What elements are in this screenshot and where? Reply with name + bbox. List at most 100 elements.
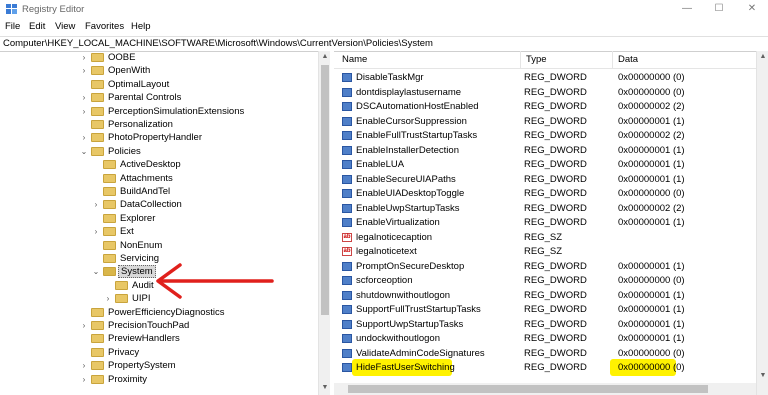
- value-row[interactable]: EnableUIADesktopToggle REG_DWORD 0x0000000…: [334, 186, 768, 201]
- value-row[interactable]: EnableFullTrustStartupTasks REG_DWORD 0x00…: [334, 128, 768, 143]
- value-name[interactable]: legalnoticecaption: [356, 232, 432, 243]
- tree-item-label[interactable]: OpenWith: [106, 64, 152, 77]
- value-name[interactable]: EnableVirtualization: [356, 217, 440, 228]
- column-header-data[interactable]: Data: [618, 54, 638, 65]
- expand-chevron-icon[interactable]: ›: [80, 373, 88, 386]
- tree-item-label[interactable]: Parental Controls: [106, 91, 183, 104]
- tree-item[interactable]: PowerEfficiencyDiagnostics: [0, 306, 318, 319]
- value-row[interactable]: scforceoption REG_DWORD 0x00000000 (0): [334, 273, 768, 288]
- value-row[interactable]: EnableCursorSuppression REG_DWORD 0x000000…: [334, 114, 768, 129]
- scroll-down-icon[interactable]: ▼: [759, 372, 767, 380]
- tree-item[interactable]: › OpenWith: [0, 64, 318, 77]
- value-row[interactable]: EnableSecureUIAPaths REG_DWORD 0x00000001 …: [334, 172, 768, 187]
- tree-item[interactable]: › Ext: [0, 225, 318, 238]
- column-divider[interactable]: [520, 51, 521, 68]
- value-row[interactable]: DisableTaskMgr REG_DWORD 0x00000000 (0): [334, 70, 768, 85]
- tree-item-label[interactable]: Personalization: [106, 118, 175, 131]
- tree-item-label[interactable]: Explorer: [118, 212, 157, 225]
- value-name[interactable]: undockwithoutlogon: [356, 333, 440, 344]
- tree-item[interactable]: › PerceptionSimulationExtensions: [0, 105, 318, 118]
- tree-item-label[interactable]: PropertySystem: [106, 359, 178, 372]
- value-row[interactable]: dontdisplaylastusername REG_DWORD 0x000000…: [334, 85, 768, 100]
- tree-item-label[interactable]: ActiveDesktop: [118, 158, 183, 171]
- tree-item[interactable]: OptimalLayout: [0, 78, 318, 91]
- minimize-button[interactable]: —: [672, 2, 702, 16]
- value-name[interactable]: EnableInstallerDetection: [356, 145, 459, 156]
- tree-item[interactable]: › Proximity: [0, 373, 318, 386]
- value-name[interactable]: PromptOnSecureDesktop: [356, 261, 464, 272]
- value-row[interactable]: HideFastUserSwitching REG_DWORD 0x00000000…: [334, 359, 768, 376]
- value-row[interactable]: shutdownwithoutlogon REG_DWORD 0x00000001 …: [334, 288, 768, 303]
- menu-view[interactable]: View: [55, 21, 75, 32]
- tree-item-label[interactable]: OOBE: [106, 51, 137, 64]
- close-button[interactable]: ✕: [737, 2, 767, 16]
- expand-chevron-icon[interactable]: ›: [92, 198, 100, 211]
- tree-item-label[interactable]: OptimalLayout: [106, 78, 171, 91]
- expand-chevron-icon[interactable]: ›: [80, 51, 88, 64]
- expand-chevron-icon[interactable]: ›: [80, 105, 88, 118]
- tree-item-label[interactable]: PhotoPropertyHandler: [106, 131, 204, 144]
- value-name[interactable]: EnableUIADesktopToggle: [356, 188, 464, 199]
- collapse-chevron-icon[interactable]: ⌄: [92, 265, 100, 278]
- expand-chevron-icon[interactable]: ›: [80, 359, 88, 372]
- tree-item[interactable]: Explorer: [0, 212, 318, 225]
- menu-edit[interactable]: Edit: [29, 21, 45, 32]
- tree-item[interactable]: › PrecisionTouchPad: [0, 319, 318, 332]
- tree-item[interactable]: Personalization: [0, 118, 318, 131]
- tree-item[interactable]: Privacy: [0, 346, 318, 359]
- value-row[interactable]: undockwithoutlogon REG_DWORD 0x00000001 (1…: [334, 331, 768, 346]
- tree-item[interactable]: › PhotoPropertyHandler: [0, 131, 318, 144]
- expand-chevron-icon[interactable]: ›: [80, 91, 88, 104]
- tree-item-label[interactable]: Attachments: [118, 172, 175, 185]
- value-name[interactable]: DisableTaskMgr: [356, 72, 424, 83]
- value-row[interactable]: EnableLUA REG_DWORD 0x00000001 (1): [334, 157, 768, 172]
- tree-item[interactable]: › DataCollection: [0, 198, 318, 211]
- tree-item-label[interactable]: Ext: [118, 225, 136, 238]
- address-bar[interactable]: Computer\HKEY_LOCAL_MACHINE\SOFTWARE\Mic…: [0, 36, 768, 52]
- tree-item-label[interactable]: PreviewHandlers: [106, 332, 182, 345]
- expand-chevron-icon[interactable]: ›: [104, 292, 112, 305]
- value-name[interactable]: legalnoticetext: [356, 246, 417, 257]
- value-name[interactable]: EnableUwpStartupTasks: [356, 203, 460, 214]
- value-name[interactable]: EnableFullTrustStartupTasks: [356, 130, 477, 141]
- value-row[interactable]: DSCAutomationHostEnabled REG_DWORD 0x00000…: [334, 99, 768, 114]
- value-name[interactable]: ValidateAdminCodeSignatures: [356, 348, 485, 359]
- value-name[interactable]: HideFastUserSwitching: [356, 362, 455, 373]
- value-row[interactable]: EnableInstallerDetection REG_DWORD 0x00000…: [334, 143, 768, 158]
- value-name[interactable]: EnableCursorSuppression: [356, 116, 467, 127]
- tree-item-label[interactable]: Policies: [106, 145, 143, 158]
- tree-item-label[interactable]: PowerEfficiencyDiagnostics: [106, 306, 227, 319]
- tree-item[interactable]: NonEnum: [0, 239, 318, 252]
- menu-favorites[interactable]: Favorites: [85, 21, 124, 32]
- value-name[interactable]: SupportUwpStartupTasks: [356, 319, 463, 330]
- list-vertical-scrollbar[interactable]: ▲ ▼: [756, 51, 768, 395]
- value-name[interactable]: EnableLUA: [356, 159, 404, 170]
- value-name[interactable]: SupportFullTrustStartupTasks: [356, 304, 481, 315]
- collapse-chevron-icon[interactable]: ⌄: [80, 145, 88, 158]
- tree-item[interactable]: ⌄ Policies: [0, 145, 318, 158]
- value-row[interactable]: PromptOnSecureDesktop REG_DWORD 0x00000001…: [334, 259, 768, 274]
- value-row[interactable]: ValidateAdminCodeSignatures REG_DWORD 0x00…: [334, 346, 768, 361]
- tree-item[interactable]: Attachments: [0, 172, 318, 185]
- tree-item[interactable]: › PropertySystem: [0, 359, 318, 372]
- tree-item-label[interactable]: Privacy: [106, 346, 141, 359]
- column-divider[interactable]: [612, 51, 613, 68]
- tree-scroll-thumb[interactable]: [321, 65, 329, 315]
- tree-item[interactable]: ActiveDesktop: [0, 158, 318, 171]
- expand-chevron-icon[interactable]: ›: [80, 131, 88, 144]
- menu-help[interactable]: Help: [131, 21, 151, 32]
- value-row[interactable]: EnableVirtualization REG_DWORD 0x00000001 …: [334, 215, 768, 230]
- expand-chevron-icon[interactable]: ›: [80, 319, 88, 332]
- expand-chevron-icon[interactable]: ›: [80, 64, 88, 77]
- maximize-button[interactable]: ☐: [704, 2, 734, 16]
- address-path[interactable]: Computer\HKEY_LOCAL_MACHINE\SOFTWARE\Mic…: [3, 38, 433, 49]
- tree-item-label[interactable]: BuildAndTel: [118, 185, 172, 198]
- tree-item-label[interactable]: NonEnum: [118, 239, 164, 252]
- tree-item-label[interactable]: PrecisionTouchPad: [106, 319, 191, 332]
- value-name[interactable]: scforceoption: [356, 275, 413, 286]
- tree-item-label[interactable]: DataCollection: [118, 198, 184, 211]
- list-horizontal-scrollbar[interactable]: [334, 383, 756, 395]
- value-row[interactable]: SupportUwpStartupTasks REG_DWORD 0x0000000…: [334, 317, 768, 332]
- tree-item[interactable]: › OOBE: [0, 51, 318, 64]
- tree-item[interactable]: › Parental Controls: [0, 91, 318, 104]
